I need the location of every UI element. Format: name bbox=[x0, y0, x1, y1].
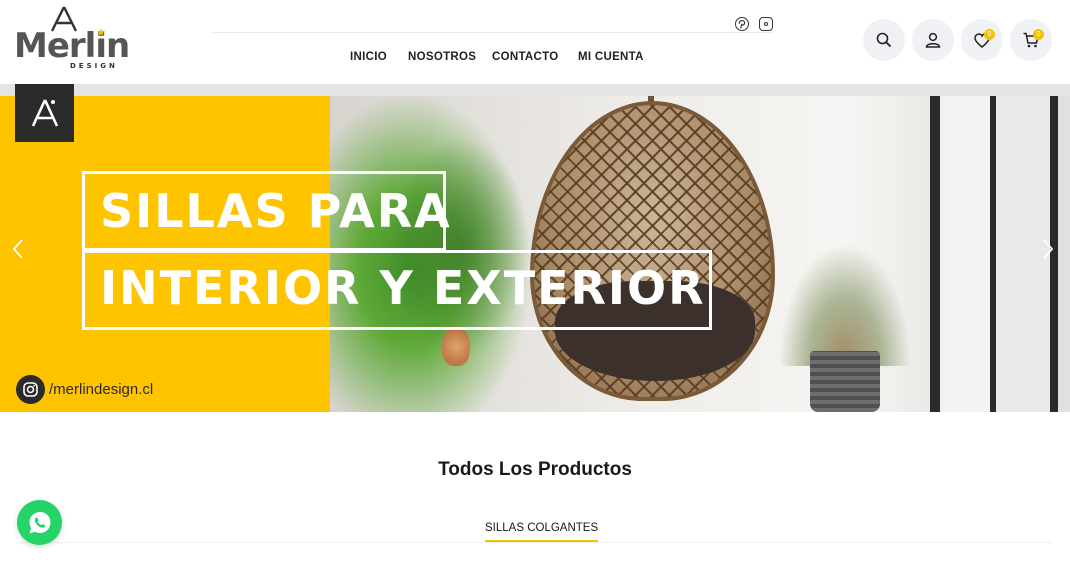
hero-banner[interactable]: SILLAS PARA INTERIOR Y EXTERIOR /merlind… bbox=[0, 84, 1070, 412]
nav-item-mi-cuenta[interactable]: MI CUENTA bbox=[578, 51, 644, 63]
banner-top-strip bbox=[0, 84, 1070, 96]
lamp bbox=[442, 326, 470, 366]
cart-button[interactable]: 0 bbox=[1010, 19, 1052, 61]
instagram-handle-text: /merlindesign.cl bbox=[49, 381, 154, 398]
banner-instagram-handle: /merlindesign.cl bbox=[16, 375, 153, 404]
topbar-divider bbox=[213, 32, 773, 33]
account-button[interactable] bbox=[912, 19, 954, 61]
whatsapp-chat-button[interactable] bbox=[17, 500, 62, 545]
logo-a-icon bbox=[31, 99, 58, 127]
wishlist-button[interactable]: 0 bbox=[961, 19, 1003, 61]
site-header: Merlin ★ DESIGN INICIO NOSOTROS CONTACTO… bbox=[0, 0, 1070, 84]
search-button[interactable] bbox=[863, 19, 905, 61]
banner-brand-mark bbox=[15, 84, 74, 142]
plant-pot bbox=[810, 351, 880, 412]
logo-star-icon: ★ bbox=[96, 26, 106, 39]
tab-sillas-colgantes[interactable]: SILLAS COLGANTES bbox=[485, 522, 599, 542]
chevron-right-icon bbox=[1043, 239, 1054, 259]
user-icon bbox=[925, 32, 941, 48]
nav-item-inicio[interactable]: INICIO bbox=[350, 51, 387, 63]
wishlist-count-badge: 0 bbox=[984, 29, 995, 40]
nav-item-nosotros[interactable]: NOSOTROS bbox=[408, 51, 476, 63]
nav-item-contacto[interactable]: CONTACTO bbox=[492, 51, 559, 63]
instagram-icon[interactable] bbox=[759, 17, 773, 31]
search-icon bbox=[876, 32, 892, 48]
slider-next-button[interactable] bbox=[1038, 234, 1058, 264]
main-nav: INICIO NOSOTROS CONTACTO MI CUENTA bbox=[0, 51, 1070, 67]
pinterest-icon[interactable] bbox=[735, 17, 749, 31]
tabs-divider bbox=[20, 542, 1052, 543]
chevron-left-icon bbox=[12, 239, 23, 259]
whatsapp-icon bbox=[29, 511, 50, 533]
banner-headline-line-1: SILLAS PARA bbox=[100, 184, 452, 238]
products-section-title: Todos Los Productos bbox=[438, 459, 632, 480]
cart-count-badge: 0 bbox=[1033, 29, 1044, 40]
ornamental-grass bbox=[780, 246, 910, 366]
instagram-icon bbox=[16, 375, 45, 404]
slider-prev-button[interactable] bbox=[8, 234, 28, 264]
banner-headline-line-2: INTERIOR Y EXTERIOR bbox=[100, 261, 706, 315]
